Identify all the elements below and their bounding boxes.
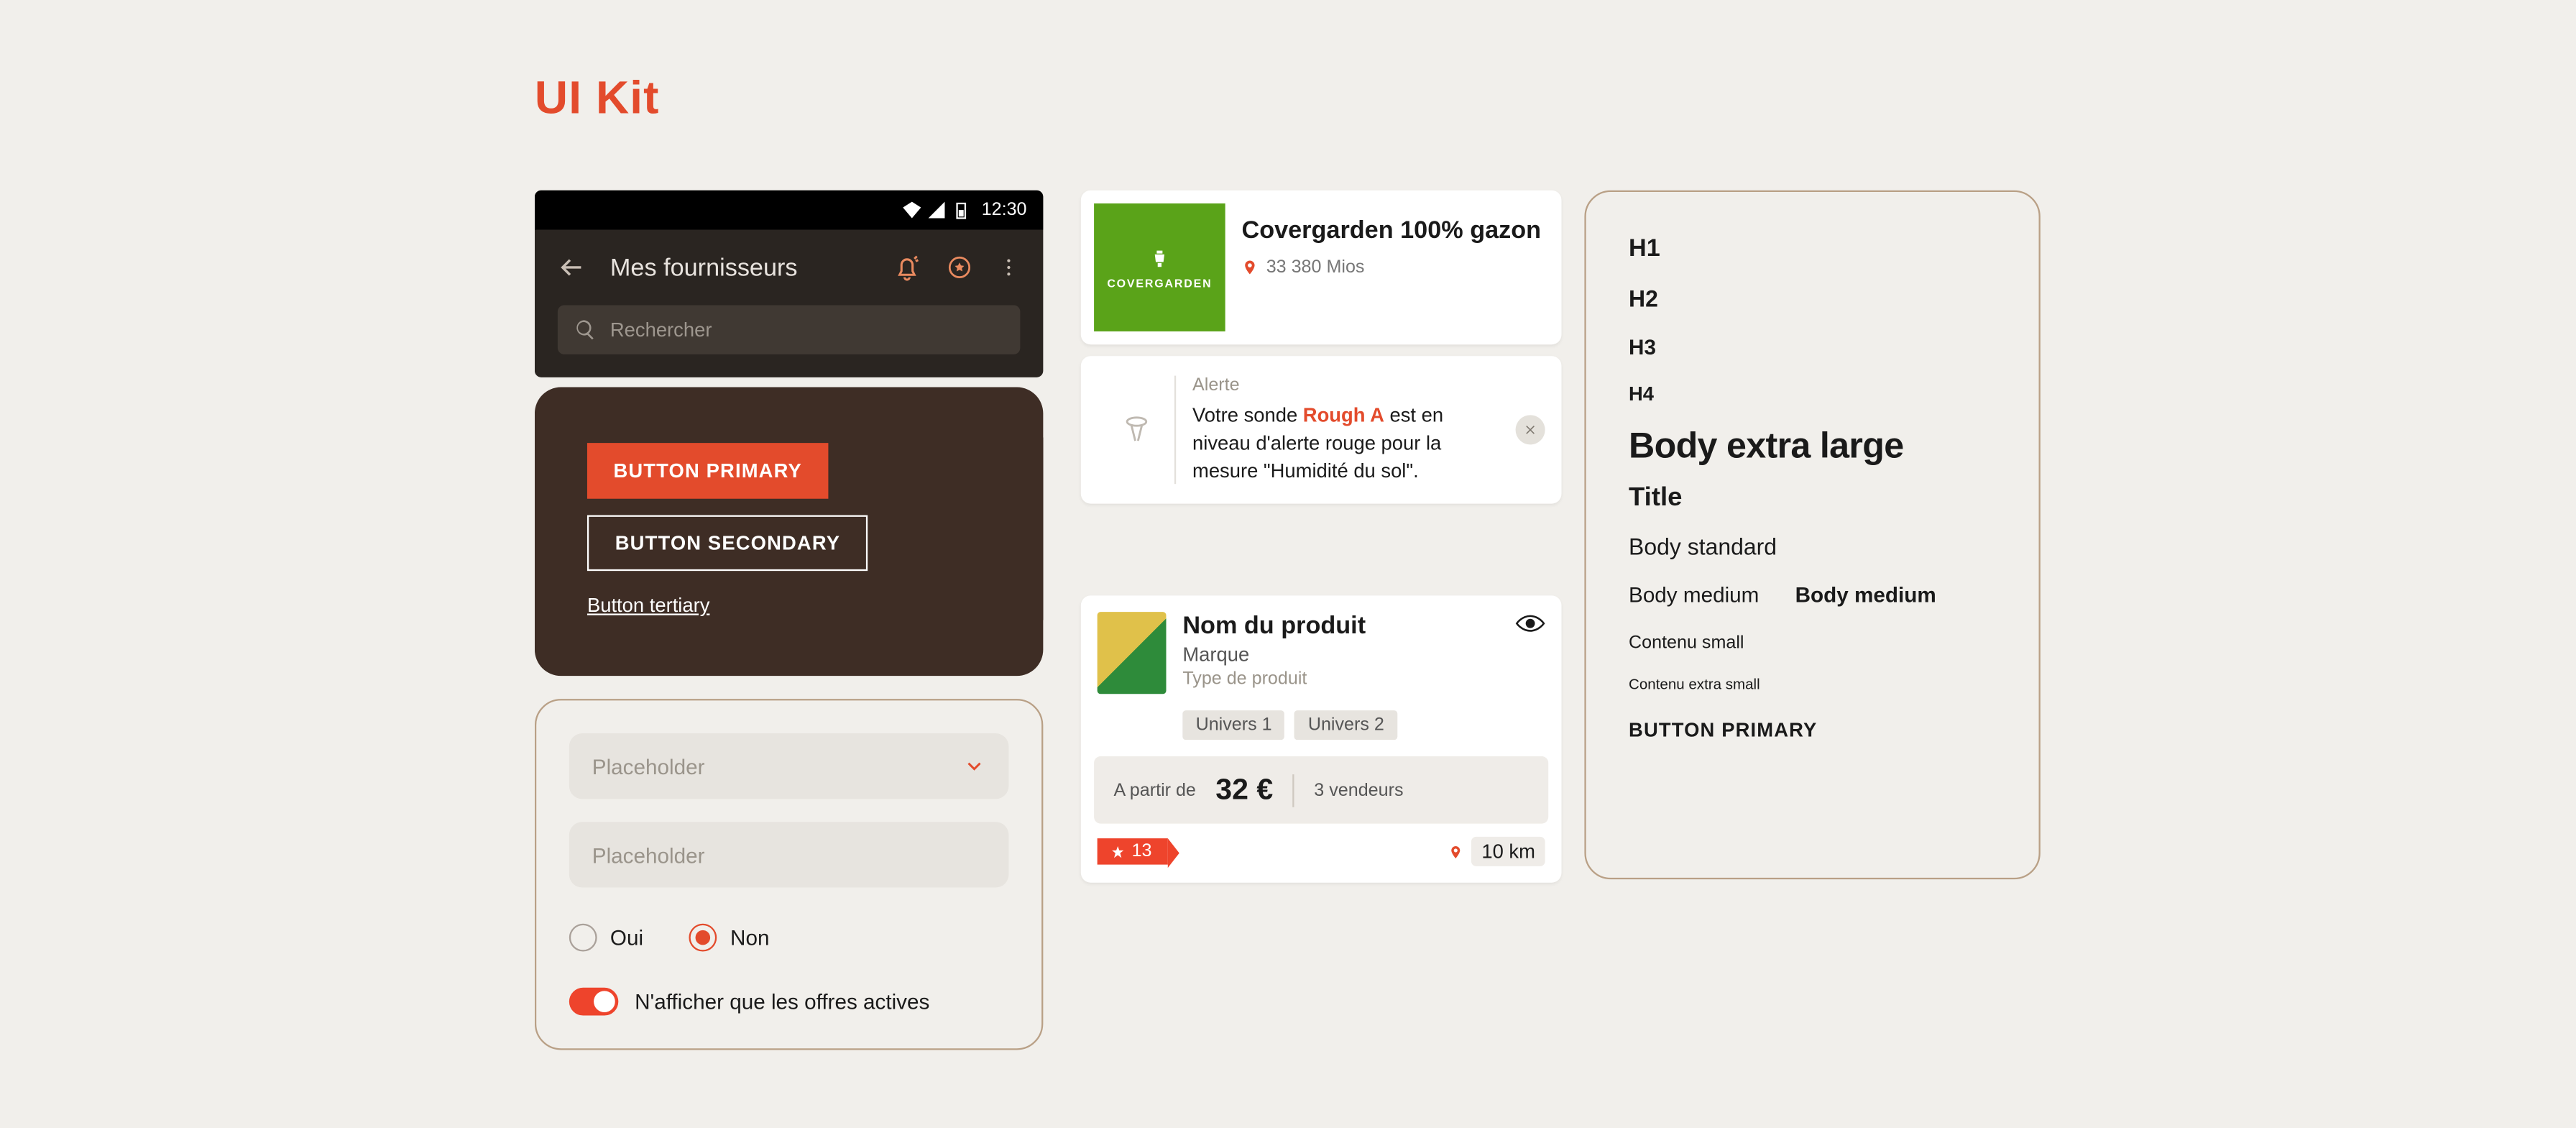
close-icon — [1524, 423, 1537, 436]
typo-button: BUTTON PRIMARY — [1629, 719, 1996, 742]
secondary-button[interactable]: BUTTON SECONDARY — [587, 515, 868, 572]
radio-group: Oui Non — [569, 924, 1009, 952]
chip[interactable]: Univers 2 — [1295, 710, 1398, 740]
toggle-switch[interactable] — [569, 988, 618, 1016]
typo-extra-small: Contenu extra small — [1629, 676, 1996, 692]
form-panel: Placeholder Placeholder Oui Non N'affich… — [535, 699, 1043, 1050]
product-card[interactable]: Nom du produit Marque Type de produit Un… — [1081, 595, 1562, 882]
supplier-logo-text: COVERGARDEN — [1107, 279, 1212, 290]
typo-h3: H3 — [1629, 335, 1996, 359]
chip[interactable]: Univers 1 — [1182, 710, 1285, 740]
typo-body-standard: Body standard — [1629, 533, 1996, 560]
wifi-icon — [903, 200, 922, 219]
toggle-label: N'afficher que les offres actives — [635, 989, 929, 1014]
chip-row: Univers 1 Univers 2 — [1081, 710, 1562, 756]
radio-icon — [569, 924, 597, 952]
close-button[interactable] — [1516, 416, 1545, 445]
tertiary-button[interactable]: Button tertiary — [587, 587, 709, 623]
alert-title: Alerte — [1192, 376, 1499, 395]
typo-small: Contenu small — [1629, 633, 1996, 653]
supplier-card[interactable]: COVERGARDEN Covergarden 100% gazon 33 38… — [1081, 191, 1562, 345]
price-prefix: A partir de — [1113, 780, 1195, 799]
radio-no-label: Non — [730, 925, 769, 950]
alert-em: Rough A — [1303, 403, 1384, 426]
page-title: UI Kit — [535, 72, 660, 124]
buttons-panel: BUTTON PRIMARY BUTTON SECONDARY Button t… — [535, 388, 1043, 677]
select-input[interactable]: Placeholder — [569, 733, 1009, 799]
price-value: 32 € — [1215, 773, 1273, 807]
radio-icon — [689, 924, 717, 952]
more-icon[interactable] — [997, 252, 1020, 282]
search-icon — [574, 318, 597, 341]
typo-h2: H2 — [1629, 285, 1996, 312]
sellers-count: 3 vendeurs — [1314, 780, 1403, 799]
clock: 12:30 — [982, 200, 1027, 219]
chevron-down-icon — [963, 755, 986, 778]
pin-icon — [1241, 257, 1258, 277]
eye-icon — [1516, 613, 1545, 633]
typo-body-medium-bold: Body medium — [1795, 582, 1936, 607]
text-placeholder: Placeholder — [592, 843, 705, 867]
typo-h1: H1 — [1629, 234, 1996, 262]
status-icons — [903, 200, 972, 219]
topbar: Mes fournisseurs — [535, 229, 1043, 305]
search-placeholder: Rechercher — [610, 318, 712, 341]
lamp-icon — [1148, 244, 1171, 274]
screen-title: Mes fournisseurs — [610, 254, 870, 282]
supplier-name: Covergarden 100% gazon — [1241, 216, 1541, 247]
typo-body-xl: Body extra large — [1629, 425, 1996, 467]
radio-yes-label: Oui — [610, 925, 643, 950]
product-brand: Marque — [1182, 643, 1499, 666]
star-badge-icon[interactable] — [944, 252, 974, 282]
radio-yes[interactable]: Oui — [569, 924, 643, 952]
toggle-row: N'afficher que les offres actives — [569, 988, 1009, 1016]
text-input[interactable]: Placeholder — [569, 822, 1009, 887]
supplier-logo: COVERGARDEN — [1094, 203, 1225, 331]
visibility-button[interactable] — [1516, 612, 1545, 641]
supplier-location: 33 380 Mios — [1241, 257, 1541, 277]
signal-icon — [927, 200, 947, 219]
product-type: Type de produit — [1182, 669, 1499, 689]
price-row: A partir de 32 € 3 vendeurs — [1094, 756, 1548, 824]
product-name: Nom du produit — [1182, 612, 1499, 640]
search-input[interactable]: Rechercher — [558, 305, 1021, 354]
flag-count: 13 — [1132, 842, 1152, 861]
star-icon — [1110, 844, 1126, 859]
typo-title: Title — [1629, 484, 1996, 513]
favorites-flag[interactable]: 13 — [1098, 838, 1169, 865]
select-placeholder: Placeholder — [592, 754, 705, 779]
supplier-location-text: 33 380 Mios — [1266, 257, 1365, 277]
statusbar: 12:30 — [535, 191, 1043, 230]
phone-mock: 12:30 Mes fournisseurs Rechercher — [535, 191, 1043, 377]
battery-icon — [952, 200, 972, 219]
typography-panel: H1 H2 H3 H4 Body extra large Title Body … — [1584, 191, 2040, 879]
product-image — [1098, 612, 1167, 694]
typo-h4: H4 — [1629, 382, 1996, 405]
alert-icon — [1098, 376, 1177, 485]
typo-body-medium: Body medium — [1629, 582, 1759, 607]
back-arrow-icon[interactable] — [558, 252, 587, 282]
alert-card: Alerte Votre sonde Rough A est en niveau… — [1081, 356, 1562, 504]
alert-text: Votre sonde Rough A est en niveau d'aler… — [1192, 402, 1499, 485]
primary-button[interactable]: BUTTON PRIMARY — [587, 443, 828, 499]
radio-no[interactable]: Non — [689, 924, 769, 952]
pin-icon — [1449, 843, 1464, 861]
probe-icon — [1119, 411, 1152, 450]
distance-value: 10 km — [1472, 837, 1545, 866]
bell-icon[interactable] — [892, 252, 921, 282]
divider — [1293, 774, 1294, 807]
distance: 10 km — [1449, 837, 1545, 866]
